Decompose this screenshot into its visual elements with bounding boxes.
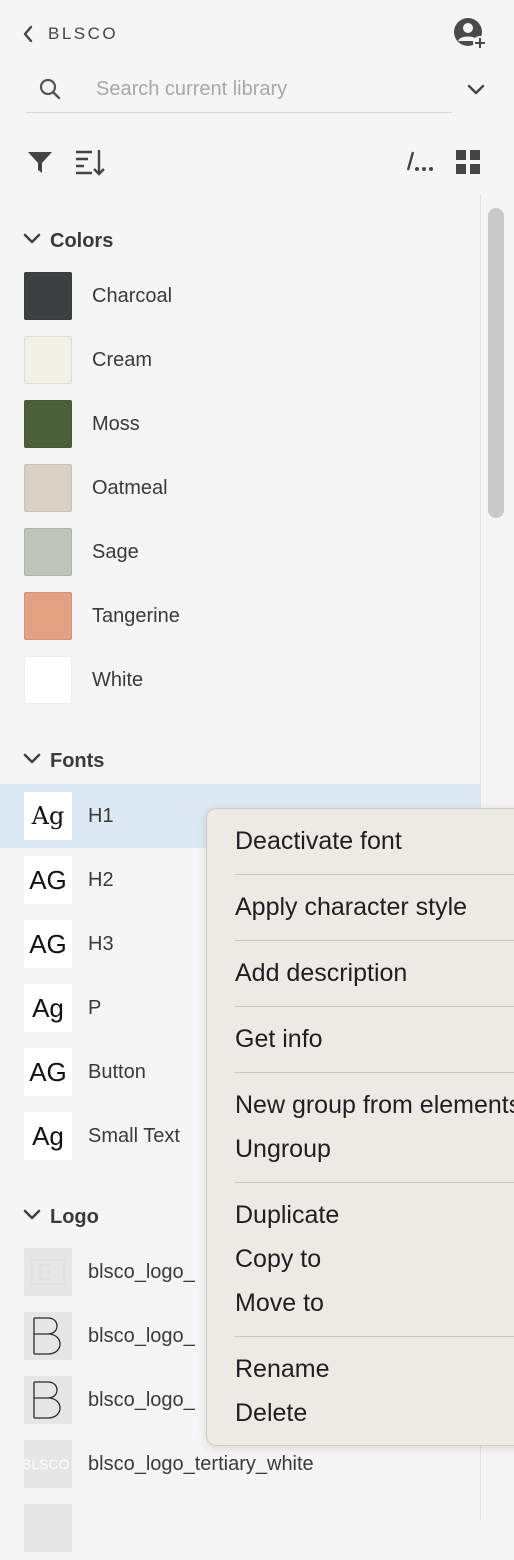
color-swatch bbox=[24, 592, 72, 640]
user-add-icon[interactable] bbox=[452, 16, 488, 52]
color-item-sage[interactable]: Sage bbox=[0, 520, 480, 584]
font-label: H3 bbox=[88, 933, 114, 955]
search-bar bbox=[26, 66, 452, 113]
chevron-down-icon bbox=[22, 229, 42, 254]
menu-item-move-to[interactable]: Move to bbox=[235, 1287, 324, 1319]
section-title: Logo bbox=[50, 1205, 99, 1228]
color-swatch bbox=[24, 528, 72, 576]
menu-separator bbox=[235, 1336, 514, 1337]
color-label: Sage bbox=[92, 541, 139, 563]
colors-section-header[interactable]: Colors bbox=[22, 226, 113, 256]
color-item-tangerine[interactable]: Tangerine bbox=[0, 584, 480, 648]
logo-item[interactable] bbox=[0, 1496, 480, 1560]
color-item-white[interactable]: White bbox=[0, 648, 480, 712]
font-preview: Ag bbox=[24, 792, 72, 840]
grid-view-icon[interactable] bbox=[452, 146, 484, 178]
menu-separator bbox=[235, 874, 514, 875]
filter-icon[interactable] bbox=[24, 146, 56, 178]
color-swatch bbox=[24, 272, 72, 320]
chevron-left-icon bbox=[22, 22, 40, 46]
logo-thumbnail bbox=[24, 1376, 72, 1424]
menu-item-delete[interactable]: Delete bbox=[235, 1397, 307, 1429]
color-label: Oatmeal bbox=[92, 477, 168, 499]
color-swatch bbox=[24, 336, 72, 384]
search-icon bbox=[38, 77, 62, 106]
menu-item-ungroup[interactable]: Ungroup bbox=[235, 1133, 331, 1165]
font-preview: AG bbox=[24, 856, 72, 904]
library-name: BLSCO bbox=[48, 24, 119, 43]
menu-separator bbox=[235, 1072, 514, 1073]
color-swatch bbox=[24, 464, 72, 512]
context-menu: Deactivate font Apply character style Ad… bbox=[206, 808, 514, 1446]
chevron-down-icon bbox=[22, 1205, 42, 1230]
svg-text:BLSCO: BLSCO bbox=[24, 1456, 70, 1472]
menu-item-get-info[interactable]: Get info bbox=[235, 1023, 323, 1055]
color-item-moss[interactable]: Moss bbox=[0, 392, 480, 456]
logo-thumbnail bbox=[24, 1248, 72, 1296]
color-item-oatmeal[interactable]: Oatmeal bbox=[0, 456, 480, 520]
font-label: Button bbox=[88, 1061, 146, 1083]
font-label: Small Text bbox=[88, 1125, 180, 1147]
color-swatch bbox=[24, 656, 72, 704]
logo-label: blsco_logo_ bbox=[88, 1261, 195, 1283]
chevron-down-icon bbox=[22, 749, 42, 774]
chevron-down-icon[interactable] bbox=[464, 78, 488, 102]
font-label: H1 bbox=[88, 805, 114, 827]
font-label: H2 bbox=[88, 869, 114, 891]
font-label: P bbox=[88, 997, 102, 1019]
logo-label: blsco_logo_ bbox=[88, 1325, 195, 1347]
logo-thumbnail bbox=[24, 1312, 72, 1360]
logo-section-header[interactable]: Logo bbox=[22, 1202, 99, 1232]
menu-item-apply-character-style[interactable]: Apply character style bbox=[235, 891, 467, 923]
path-view-icon[interactable] bbox=[404, 146, 436, 178]
menu-item-copy-to[interactable]: Copy to bbox=[235, 1243, 321, 1275]
fonts-section-header[interactable]: Fonts bbox=[22, 746, 104, 776]
color-item-charcoal[interactable]: Charcoal bbox=[0, 264, 480, 328]
font-preview: Ag bbox=[24, 1112, 72, 1160]
section-title: Colors bbox=[50, 229, 114, 252]
search-input[interactable] bbox=[96, 66, 436, 112]
color-label: Tangerine bbox=[92, 605, 180, 627]
menu-item-rename[interactable]: Rename bbox=[235, 1353, 330, 1385]
logo-label: blsco_logo_ bbox=[88, 1389, 195, 1411]
logo-thumbnail: BLSCO bbox=[24, 1440, 72, 1488]
color-item-cream[interactable]: Cream bbox=[0, 328, 480, 392]
menu-separator bbox=[235, 1006, 514, 1007]
font-preview: AG bbox=[24, 1048, 72, 1096]
scrollbar-thumb[interactable] bbox=[488, 208, 504, 518]
color-label: Moss bbox=[92, 413, 140, 435]
back-button[interactable]: BLSCO bbox=[22, 22, 118, 46]
color-swatch bbox=[24, 400, 72, 448]
font-preview: AG bbox=[24, 920, 72, 968]
menu-item-duplicate[interactable]: Duplicate bbox=[235, 1199, 339, 1231]
section-title: Fonts bbox=[50, 749, 105, 772]
color-label: Charcoal bbox=[92, 285, 173, 307]
menu-item-add-description[interactable]: Add description bbox=[235, 957, 407, 989]
logo-thumbnail bbox=[24, 1504, 72, 1552]
menu-separator bbox=[235, 1182, 514, 1183]
color-label: White bbox=[92, 669, 144, 691]
sort-icon[interactable] bbox=[74, 146, 106, 178]
menu-item-new-group-from-elements[interactable]: New group from elements bbox=[235, 1089, 514, 1121]
color-label: Cream bbox=[92, 349, 153, 371]
font-preview: Ag bbox=[24, 984, 72, 1032]
menu-separator bbox=[235, 940, 514, 941]
menu-item-deactivate-font[interactable]: Deactivate font bbox=[235, 825, 402, 857]
